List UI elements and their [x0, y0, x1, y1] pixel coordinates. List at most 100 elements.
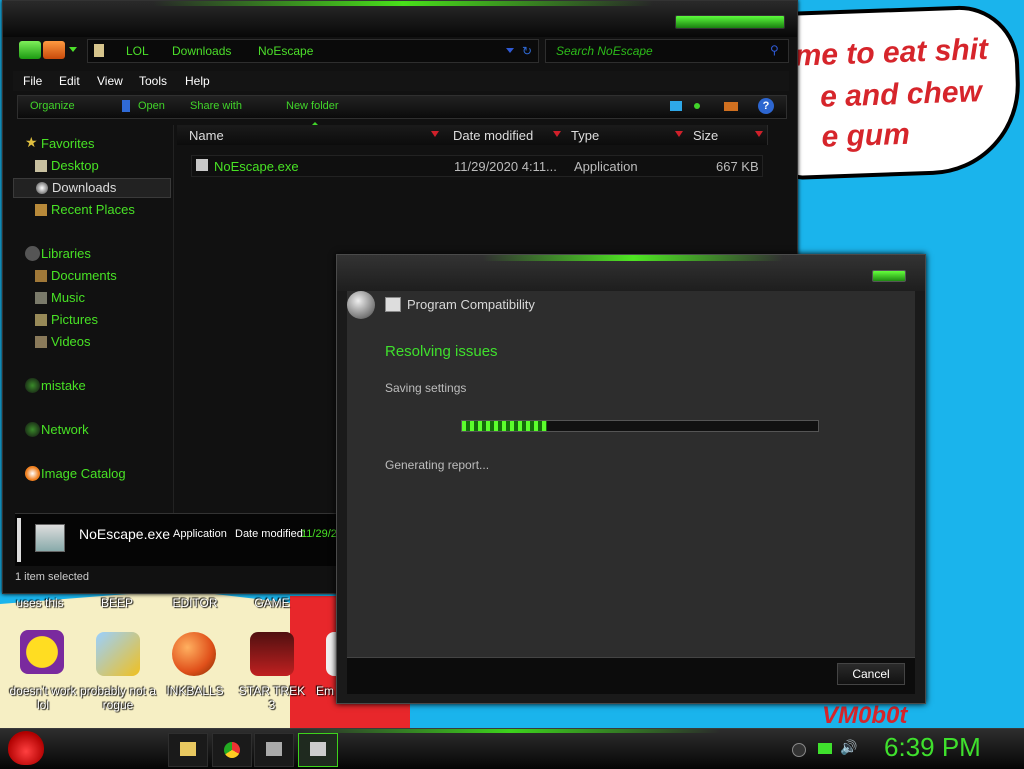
dialog-heading: Resolving issues [385, 343, 498, 360]
preview-pane-icon[interactable] [724, 102, 738, 111]
dialog-titlebar-glow [483, 255, 783, 261]
menu-help[interactable]: Help [185, 74, 210, 88]
forward-icon[interactable] [43, 41, 65, 59]
help-icon[interactable]: ? [758, 98, 774, 114]
titlebar-glow [153, 1, 653, 6]
speech-line-1: me to eat shit [794, 32, 989, 73]
table-row[interactable]: NoEscape.exe 11/29/2020 4:11... Applicat… [191, 155, 763, 177]
refresh-icon[interactable]: ↻ [522, 44, 532, 58]
progress-bar [461, 420, 819, 432]
search-placeholder: Search NoEscape [556, 44, 653, 58]
address-dropdown-icon[interactable] [506, 48, 514, 53]
start-button-angry-bird-icon[interactable] [8, 731, 44, 765]
desktop-icon-yahoo[interactable]: doesn't work lol [8, 630, 78, 716]
image-catalog-icon [25, 466, 40, 481]
pane-splitter[interactable] [173, 125, 174, 515]
back-arrow-icon[interactable] [347, 291, 375, 319]
nav-favorites[interactable]: ★ Favorites [13, 134, 169, 153]
menu-bar: File Edit View Tools Help [13, 71, 789, 91]
address-bar[interactable]: LOL Downloads NoEscape ↻ [87, 39, 539, 63]
desktop-label-uses-this: uses this [16, 596, 64, 610]
nav-pictures-label: Pictures [51, 312, 98, 327]
nav-music[interactable]: Music [13, 289, 169, 307]
organize-button[interactable]: Organize [30, 100, 75, 112]
taskbar-chrome[interactable] [212, 733, 252, 767]
column-dropdown-icon[interactable] [553, 131, 561, 137]
column-dropdown-icon[interactable] [675, 131, 683, 137]
breadcrumb-lol[interactable]: LOL [126, 44, 149, 58]
music-icon [35, 292, 47, 304]
nav-mistake[interactable]: mistake [13, 377, 169, 395]
clock[interactable]: 6:39 PM [884, 732, 981, 763]
taskbar-noescape[interactable] [254, 733, 294, 767]
file-size: 667 KB [716, 159, 759, 174]
nav-downloads-label: Downloads [52, 180, 117, 195]
menu-edit[interactable]: Edit [59, 74, 80, 88]
nav-pictures[interactable]: Pictures [13, 311, 169, 329]
status-bar: 1 item selected [15, 571, 341, 587]
homegroup-icon [25, 378, 40, 393]
column-dropdown-icon[interactable] [431, 131, 439, 137]
breadcrumb-noescape[interactable]: NoEscape [258, 44, 313, 58]
nav-recent-places[interactable]: Recent Places [13, 201, 169, 219]
taskbar-explorer[interactable] [168, 733, 208, 767]
back-icon[interactable] [19, 41, 41, 59]
nav-network[interactable]: Network [13, 421, 169, 439]
menu-tools[interactable]: Tools [139, 74, 167, 88]
nav-documents[interactable]: Documents [13, 267, 169, 285]
menu-file[interactable]: File [23, 74, 42, 88]
volume-icon[interactable]: 🔊 [840, 739, 857, 756]
close-button[interactable] [872, 270, 906, 282]
column-headers: Name Date modified Type Size [177, 122, 789, 147]
nav-recent-label: Recent Places [51, 202, 135, 217]
menu-view[interactable]: View [97, 74, 123, 88]
new-folder-button[interactable]: New folder [286, 100, 339, 112]
desktop-icon-inkballs[interactable]: INKBALLS [160, 630, 230, 716]
breadcrumb-downloads[interactable]: Downloads [172, 44, 231, 58]
dialog-title: Program Compatibility [407, 297, 535, 312]
nav-desktop-label: Desktop [51, 158, 99, 173]
view-dropdown-icon[interactable] [694, 103, 700, 109]
recent-places-icon [35, 204, 47, 216]
show-hidden-icons-icon[interactable] [792, 743, 806, 757]
nav-desktop[interactable]: Desktop [13, 157, 169, 175]
network-tray-icon[interactable] [818, 743, 832, 754]
nav-downloads[interactable]: Downloads [13, 178, 171, 198]
taskbar-compatibility[interactable] [298, 733, 338, 767]
nav-mistake-label: mistake [41, 378, 86, 393]
file-name: NoEscape.exe [214, 159, 299, 174]
column-date-modified[interactable]: Date modified [443, 125, 566, 145]
nav-libraries-label: Libraries [41, 246, 91, 261]
desktop-icon-gear[interactable]: probably not a rogue [80, 630, 156, 716]
open-icon [122, 100, 130, 112]
column-size[interactable]: Size [687, 125, 768, 145]
column-type[interactable]: Type [565, 125, 688, 145]
search-box[interactable]: Search NoEscape ⚲ [545, 39, 789, 63]
star-icon: ★ [25, 134, 38, 150]
open-button[interactable]: Open [138, 100, 165, 112]
navigation-pane: ★ Favorites Desktop Downloads Recent Pla… [13, 125, 173, 509]
search-icon[interactable]: ⚲ [770, 43, 779, 57]
share-with-button[interactable]: Share with [190, 100, 242, 112]
chrome-icon [224, 742, 240, 758]
window-controls[interactable] [675, 15, 785, 29]
watermark-text: VM0b0t [822, 702, 908, 729]
app-icon [266, 742, 282, 756]
nav-videos[interactable]: Videos [13, 333, 169, 351]
cancel-button[interactable]: Cancel [837, 663, 905, 685]
nav-libraries[interactable]: Libraries [13, 245, 169, 263]
recent-pages-chevron-icon[interactable] [69, 47, 77, 52]
network-icon [25, 422, 40, 437]
navigation-bar: LOL Downloads NoEscape ↻ Search NoEscape… [13, 39, 789, 63]
pictures-icon [35, 314, 47, 326]
desktop-icon-startrek[interactable]: STAR TREK 3 [236, 630, 308, 716]
column-name[interactable]: Name [177, 125, 444, 145]
column-size-label: Size [693, 128, 719, 143]
view-options-icon[interactable] [670, 101, 682, 111]
nav-documents-label: Documents [51, 268, 117, 283]
nav-image-catalog[interactable]: Image Catalog [13, 465, 169, 483]
videos-icon [35, 336, 47, 348]
desktop-icon-devcpp[interactable]: Em Dev-C++ [312, 630, 338, 716]
column-dropdown-icon[interactable] [755, 131, 763, 137]
speech-bubble: me to eat shit e and chew e gum [777, 3, 1023, 181]
